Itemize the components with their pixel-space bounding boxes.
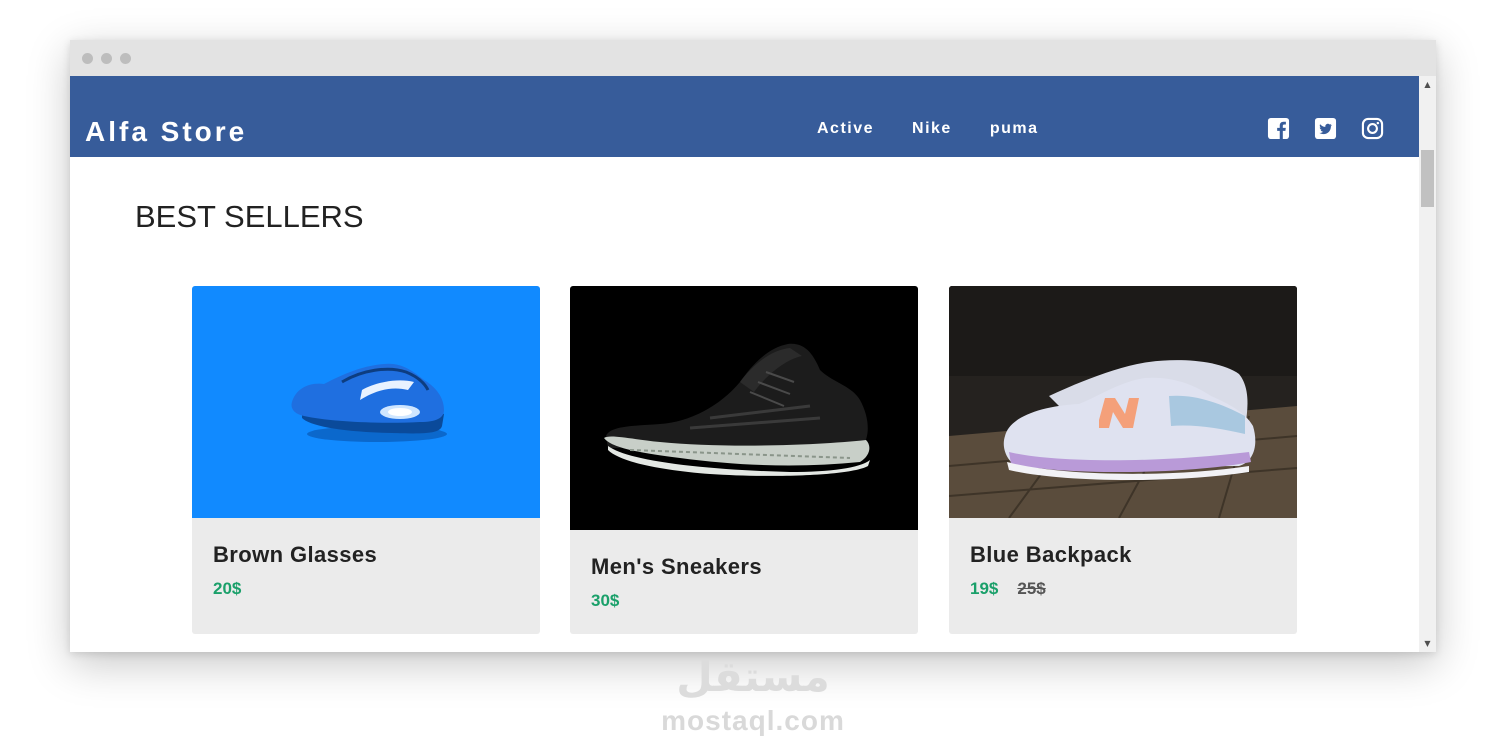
facebook-icon[interactable] — [1267, 117, 1290, 140]
card-body: Men's Sneakers 30$ — [570, 530, 918, 611]
nav-link-active[interactable]: Active — [817, 120, 874, 138]
twitter-icon[interactable] — [1314, 117, 1337, 140]
navbar: Alfa Store Active Nike puma — [70, 76, 1419, 157]
product-old-price: 25$ — [1017, 579, 1046, 598]
brand-logo[interactable]: Alfa Store — [85, 116, 247, 148]
scroll-up-arrow-icon[interactable]: ▲ — [1419, 76, 1436, 93]
product-price: 20$ — [213, 579, 242, 598]
browser-window: Alfa Store Active Nike puma BEST SELLERS… — [70, 40, 1436, 652]
section-title: BEST SELLERS — [135, 199, 364, 234]
watermark-arabic: مستقل — [676, 652, 830, 701]
product-title[interactable]: Men's Sneakers — [591, 554, 898, 580]
blue-sneaker-image[interactable] — [192, 286, 540, 518]
product-price: 30$ — [591, 591, 620, 610]
window-minimize-button[interactable] — [101, 53, 112, 64]
page-viewport: Alfa Store Active Nike puma BEST SELLERS… — [70, 76, 1419, 652]
price-row: 30$ — [591, 591, 898, 611]
product-card[interactable]: Men's Sneakers 30$ — [570, 286, 918, 634]
product-card[interactable]: Brown Glasses 20$ — [192, 286, 540, 634]
nav-links: Active Nike puma — [817, 120, 1039, 138]
card-body: Blue Backpack 19$ 25$ — [949, 518, 1297, 599]
product-card[interactable]: Blue Backpack 19$ 25$ — [949, 286, 1297, 634]
scrollbar-thumb[interactable] — [1421, 150, 1434, 207]
window-titlebar — [70, 40, 1436, 76]
price-row: 19$ 25$ — [970, 579, 1277, 599]
instagram-icon[interactable] — [1361, 117, 1384, 140]
lavender-sneaker-image[interactable] — [949, 286, 1297, 518]
nav-link-nike[interactable]: Nike — [912, 120, 952, 138]
scroll-down-arrow-icon[interactable]: ▼ — [1419, 635, 1436, 652]
price-row: 20$ — [213, 579, 520, 599]
social-links — [1267, 117, 1384, 140]
black-sneaker-image[interactable] — [570, 286, 918, 530]
product-title[interactable]: Blue Backpack — [970, 542, 1277, 568]
window-maximize-button[interactable] — [120, 53, 131, 64]
product-title[interactable]: Brown Glasses — [213, 542, 520, 568]
vertical-scrollbar[interactable]: ▲ ▼ — [1419, 76, 1436, 652]
nav-link-puma[interactable]: puma — [990, 120, 1039, 138]
product-price: 19$ — [970, 579, 999, 598]
card-body: Brown Glasses 20$ — [192, 518, 540, 599]
watermark-text: mostaql.com — [661, 705, 845, 736]
window-close-button[interactable] — [82, 53, 93, 64]
